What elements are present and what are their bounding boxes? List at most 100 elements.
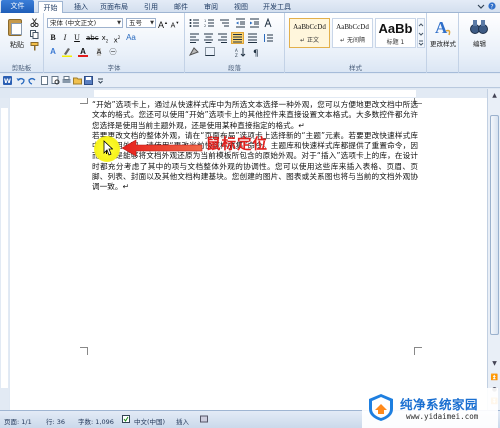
prev-page-button[interactable]: ⏫ [489, 373, 500, 382]
status-mode[interactable]: 插入 [176, 416, 189, 426]
paragraph-group: 12 AZ ¶ 段落 [185, 13, 285, 73]
help-icon[interactable]: ? [488, 2, 496, 11]
cut-icon[interactable] [30, 18, 39, 28]
shrink-font-icon[interactable]: A▼ [170, 18, 180, 29]
show-marks-icon[interactable]: ¶ [251, 47, 262, 59]
redo-icon[interactable] [28, 76, 37, 85]
binoculars-icon [469, 17, 489, 37]
annotation-label: 鼠标定位 [206, 137, 268, 153]
highlight-icon[interactable] [62, 47, 72, 57]
scroll-down-button[interactable]: ▼ [489, 359, 500, 368]
svg-text:Z: Z [235, 53, 238, 57]
format-painter-icon[interactable] [30, 42, 39, 51]
align-right-icon[interactable] [217, 33, 228, 43]
align-center-icon[interactable] [203, 33, 214, 43]
shading-icon[interactable] [188, 47, 200, 57]
text-effects-icon[interactable]: A [48, 47, 58, 57]
tab-references[interactable]: 引用 [140, 1, 162, 13]
copy-icon[interactable] [30, 30, 39, 39]
crop-mark [414, 347, 422, 355]
distributed-icon[interactable] [247, 33, 258, 43]
svg-text:¶: ¶ [253, 49, 259, 57]
strikethrough-button[interactable]: abc [86, 33, 99, 43]
tab-view[interactable]: 视图 [230, 1, 252, 13]
line-spacing-icon[interactable] [263, 33, 274, 43]
sort-icon[interactable]: AZ [235, 47, 246, 58]
status-page[interactable]: 页面: 1/1 [4, 416, 32, 426]
mouse-pointer-icon [103, 140, 114, 156]
styles-scroll[interactable] [417, 18, 425, 48]
clipboard-group: 粘贴 剪贴板 [0, 13, 44, 73]
scrollbar-thumb[interactable] [490, 115, 499, 335]
watermark-logo-icon [366, 392, 396, 422]
paragraph-1[interactable]: “开始”选项卡上，通过从快速样式库中为所选文本选择一种外观，您可以方便地更改文档… [92, 100, 418, 131]
justify-icon[interactable] [231, 32, 244, 44]
macro-record-icon[interactable] [200, 415, 208, 423]
font-name-select[interactable]: 宋体 (中文正文) ▼ [47, 18, 123, 28]
print-preview-icon[interactable] [51, 76, 60, 85]
ribbon-tab-bar: 文件 开始 插入 页面布局 引用 邮件 审阅 视图 开发工具 ? [0, 0, 500, 13]
vertical-scrollbar[interactable]: ▲ ▼ ⏫ ● ⏬ [487, 89, 500, 410]
svg-text:W: W [4, 77, 11, 85]
word-icon: W [3, 76, 12, 85]
style-heading-1[interactable]: AaBb 标题 1 [375, 18, 416, 48]
font-color-icon[interactable]: A [78, 47, 88, 57]
open-icon[interactable] [73, 76, 82, 85]
status-line[interactable]: 行: 36 [46, 416, 65, 426]
proofing-icon[interactable] [122, 415, 130, 423]
svg-text:1: 1 [204, 19, 206, 23]
multilevel-list-icon[interactable] [219, 18, 230, 28]
customize-qat-icon[interactable] [96, 76, 105, 85]
decrease-indent-icon[interactable] [235, 18, 246, 28]
svg-text:?: ? [490, 4, 493, 11]
minimize-ribbon-icon[interactable] [477, 2, 485, 10]
change-case-icon[interactable]: Aa [126, 33, 136, 43]
save-icon[interactable] [84, 76, 93, 85]
font-group: 宋体 (中文正文) ▼ 五号 ▼ A▲ A▼ B I U abc x2 x2 Aa … [44, 13, 185, 73]
superscript-button[interactable]: x2 [112, 33, 122, 44]
paste-button[interactable]: 粘贴 [4, 17, 26, 51]
svg-text:A: A [435, 18, 448, 37]
tab-home[interactable]: 开始 [38, 1, 63, 13]
grow-font-icon[interactable]: A▲ [158, 18, 168, 30]
italic-button[interactable]: I [60, 33, 70, 43]
chinese-layout-icon[interactable] [263, 17, 274, 28]
char-shading-icon[interactable]: A [94, 47, 104, 57]
align-left-icon[interactable] [189, 33, 200, 43]
print-icon[interactable] [62, 76, 71, 85]
style-no-spacing[interactable]: AaBbCcDd ↵ 无间隔 [332, 18, 373, 48]
tab-page-layout[interactable]: 页面布局 [97, 1, 131, 13]
tab-insert[interactable]: 插入 [70, 1, 92, 13]
tab-mailings[interactable]: 邮件 [170, 1, 192, 13]
crop-mark [80, 98, 88, 104]
change-styles-button[interactable]: A 更改样式 [427, 13, 459, 73]
status-language[interactable]: 中文(中国) [134, 416, 165, 426]
style-normal[interactable]: AaBbCcDd ↵ 正文 [289, 18, 330, 48]
horizontal-ruler[interactable] [10, 89, 487, 98]
scroll-up-button[interactable]: ▲ [489, 91, 500, 100]
vertical-ruler[interactable] [0, 98, 9, 410]
borders-icon[interactable] [205, 47, 216, 57]
subscript-button[interactable]: x2 [100, 33, 110, 43]
tab-review[interactable]: 审阅 [200, 1, 222, 13]
underline-button[interactable]: U [72, 33, 82, 43]
ribbon: 粘贴 剪贴板 宋体 (中文正文) ▼ 五号 ▼ A▲ A▼ B I U abc x2… [0, 13, 500, 73]
font-size-select[interactable]: 五号 ▼ [126, 18, 156, 28]
quick-access-toolbar: W [0, 74, 500, 88]
new-doc-icon[interactable] [40, 76, 49, 85]
enclose-char-icon[interactable]: ㊀ [108, 47, 118, 57]
styles-group: AaBbCcDd ↵ 正文 AaBbCcDd ↵ 无间隔 AaBb 标题 1 样… [285, 13, 427, 73]
editing-button[interactable]: 编辑 [459, 13, 500, 73]
numbering-icon[interactable]: 12 [204, 18, 215, 28]
tab-file[interactable]: 文件 [1, 0, 34, 13]
undo-icon[interactable] [16, 76, 25, 85]
increase-indent-icon[interactable] [249, 18, 260, 28]
chevron-down-icon: ▼ [117, 20, 121, 26]
bullets-icon[interactable] [189, 18, 200, 28]
svg-text:2: 2 [204, 24, 206, 28]
annotation-arrow-icon [120, 138, 204, 158]
change-styles-icon: A [433, 17, 453, 37]
status-words[interactable]: 字数: 1,096 [78, 416, 114, 426]
tab-developer[interactable]: 开发工具 [260, 1, 294, 13]
bold-button[interactable]: B [48, 33, 58, 43]
